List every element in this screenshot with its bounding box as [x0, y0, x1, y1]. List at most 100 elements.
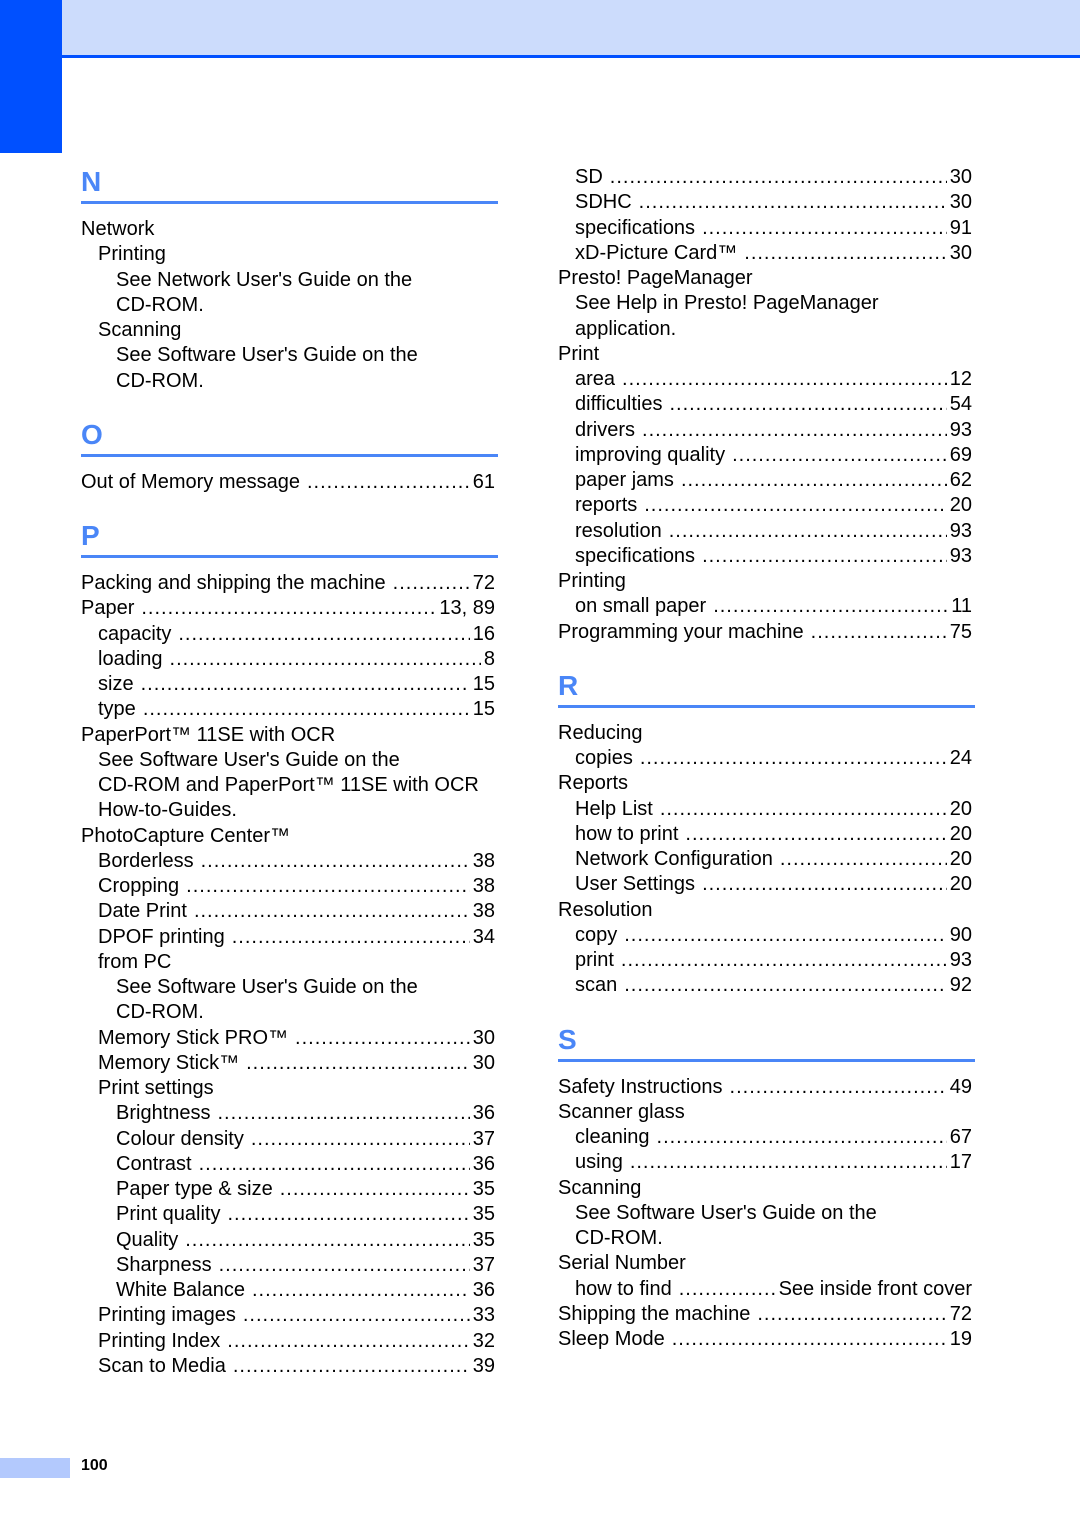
page-reference[interactable]: 8	[484, 647, 495, 672]
index-entry[interactable]: reports 20	[558, 493, 972, 518]
index-entry[interactable]: scan 92	[558, 973, 972, 998]
page-reference[interactable]: 38	[473, 849, 495, 874]
page-reference[interactable]: 72	[950, 1302, 972, 1327]
index-entry[interactable]: how to find See inside front cover	[558, 1277, 972, 1302]
page-reference[interactable]: 36	[473, 1152, 495, 1177]
page-reference[interactable]: 30	[473, 1026, 495, 1051]
index-entry[interactable]: Network Configuration 20	[558, 847, 972, 872]
index-entry[interactable]: using 17	[558, 1150, 972, 1175]
page-reference[interactable]: 93	[950, 544, 972, 569]
index-entry[interactable]: improving quality 69	[558, 443, 972, 468]
index-entry[interactable]: xD-Picture Card™ 30	[558, 241, 972, 266]
index-entry[interactable]: SDHC 30	[558, 190, 972, 215]
index-entry[interactable]: Print quality 35	[81, 1202, 495, 1227]
page-reference[interactable]: 20	[950, 797, 972, 822]
index-entry[interactable]: paper jams 62	[558, 468, 972, 493]
index-entry[interactable]: Out of Memory message 61	[81, 470, 495, 495]
index-entry[interactable]: how to print 20	[558, 822, 972, 847]
page-reference[interactable]: 34	[473, 925, 495, 950]
index-entry[interactable]: resolution 93	[558, 519, 972, 544]
page-reference[interactable]: 36	[473, 1101, 495, 1126]
index-entry[interactable]: Date Print 38	[81, 899, 495, 924]
page-reference[interactable]: 39	[473, 1354, 495, 1379]
index-entry[interactable]: Help List 20	[558, 797, 972, 822]
index-entry[interactable]: Colour density 37	[81, 1127, 495, 1152]
index-entry[interactable]: size 15	[81, 672, 495, 697]
page-reference[interactable]: 20	[950, 822, 972, 847]
index-entry[interactable]: SD 30	[558, 165, 972, 190]
page-reference[interactable]: 93	[950, 418, 972, 443]
index-entry[interactable]: specifications 93	[558, 544, 972, 569]
page-reference[interactable]: 35	[473, 1228, 495, 1253]
index-entry[interactable]: Borderless 38	[81, 849, 495, 874]
page-reference[interactable]: 17	[950, 1150, 972, 1175]
index-entry[interactable]: Paper type & size 35	[81, 1177, 495, 1202]
page-reference[interactable]: 62	[950, 468, 972, 493]
index-entry[interactable]: Scan to Media 39	[81, 1354, 495, 1379]
page-reference[interactable]: 91	[950, 216, 972, 241]
page-reference[interactable]: 72	[473, 571, 495, 596]
index-entry[interactable]: on small paper 11	[558, 594, 972, 619]
index-entry[interactable]: print 93	[558, 948, 972, 973]
page-reference[interactable]: 15	[473, 697, 495, 722]
index-entry[interactable]: type 15	[81, 697, 495, 722]
index-entry[interactable]: Printing images 33	[81, 1303, 495, 1328]
index-entry[interactable]: area 12	[558, 367, 972, 392]
index-entry[interactable]: copies 24	[558, 746, 972, 771]
index-entry[interactable]: Quality 35	[81, 1228, 495, 1253]
index-entry[interactable]: difficulties 54	[558, 392, 972, 417]
page-reference[interactable]: 38	[473, 899, 495, 924]
page-reference[interactable]: 93	[950, 519, 972, 544]
page-reference[interactable]: 15	[473, 672, 495, 697]
page-reference[interactable]: 35	[473, 1202, 495, 1227]
index-entry[interactable]: Sharpness 37	[81, 1253, 495, 1278]
page-reference[interactable]: 24	[950, 746, 972, 771]
page-reference[interactable]: 19	[950, 1327, 972, 1352]
index-entry[interactable]: DPOF printing 34	[81, 925, 495, 950]
page-reference[interactable]: 54	[950, 392, 972, 417]
page-reference[interactable]: 20	[950, 872, 972, 897]
index-entry[interactable]: Safety Instructions 49	[558, 1075, 972, 1100]
page-reference[interactable]: See inside front cover	[779, 1277, 972, 1302]
page-reference[interactable]: 35	[473, 1177, 495, 1202]
page-reference[interactable]: 33	[473, 1303, 495, 1328]
page-reference[interactable]: 30	[473, 1051, 495, 1076]
index-entry[interactable]: cleaning 67	[558, 1125, 972, 1150]
page-reference[interactable]: 32	[473, 1329, 495, 1354]
index-entry[interactable]: specifications 91	[558, 216, 972, 241]
index-entry[interactable]: Memory Stick PRO™ 30	[81, 1026, 495, 1051]
page-reference[interactable]: 67	[950, 1125, 972, 1150]
index-entry[interactable]: Paper 13, 89	[81, 596, 495, 621]
index-entry[interactable]: Contrast 36	[81, 1152, 495, 1177]
page-reference[interactable]: 69	[950, 443, 972, 468]
index-entry[interactable]: capacity 16	[81, 622, 495, 647]
index-entry[interactable]: User Settings 20	[558, 872, 972, 897]
page-reference[interactable]: 20	[950, 847, 972, 872]
page-reference[interactable]: 30	[950, 165, 972, 190]
page-reference[interactable]: 92	[950, 973, 972, 998]
index-entry[interactable]: Sleep Mode 19	[558, 1327, 972, 1352]
page-reference[interactable]: 36	[473, 1278, 495, 1303]
index-entry[interactable]: Packing and shipping the machine 72	[81, 571, 495, 596]
page-reference[interactable]: 37	[473, 1253, 495, 1278]
page-reference[interactable]: 30	[950, 190, 972, 215]
page-reference[interactable]: 93	[950, 948, 972, 973]
page-reference[interactable]: 12	[950, 367, 972, 392]
page-reference[interactable]: 38	[473, 874, 495, 899]
index-entry[interactable]: Cropping 38	[81, 874, 495, 899]
index-entry[interactable]: Memory Stick™ 30	[81, 1051, 495, 1076]
index-entry[interactable]: Printing Index 32	[81, 1329, 495, 1354]
page-reference[interactable]: 49	[950, 1075, 972, 1100]
page-reference[interactable]: 16	[473, 622, 495, 647]
page-reference[interactable]: 13, 89	[439, 596, 495, 621]
page-reference[interactable]: 20	[950, 493, 972, 518]
index-entry[interactable]: loading 8	[81, 647, 495, 672]
page-reference[interactable]: 30	[950, 241, 972, 266]
index-entry[interactable]: White Balance 36	[81, 1278, 495, 1303]
page-reference[interactable]: 90	[950, 923, 972, 948]
page-reference[interactable]: 37	[473, 1127, 495, 1152]
page-reference[interactable]: 61	[473, 470, 495, 495]
index-entry[interactable]: copy 90	[558, 923, 972, 948]
index-entry[interactable]: Brightness 36	[81, 1101, 495, 1126]
index-entry[interactable]: Shipping the machine 72	[558, 1302, 972, 1327]
